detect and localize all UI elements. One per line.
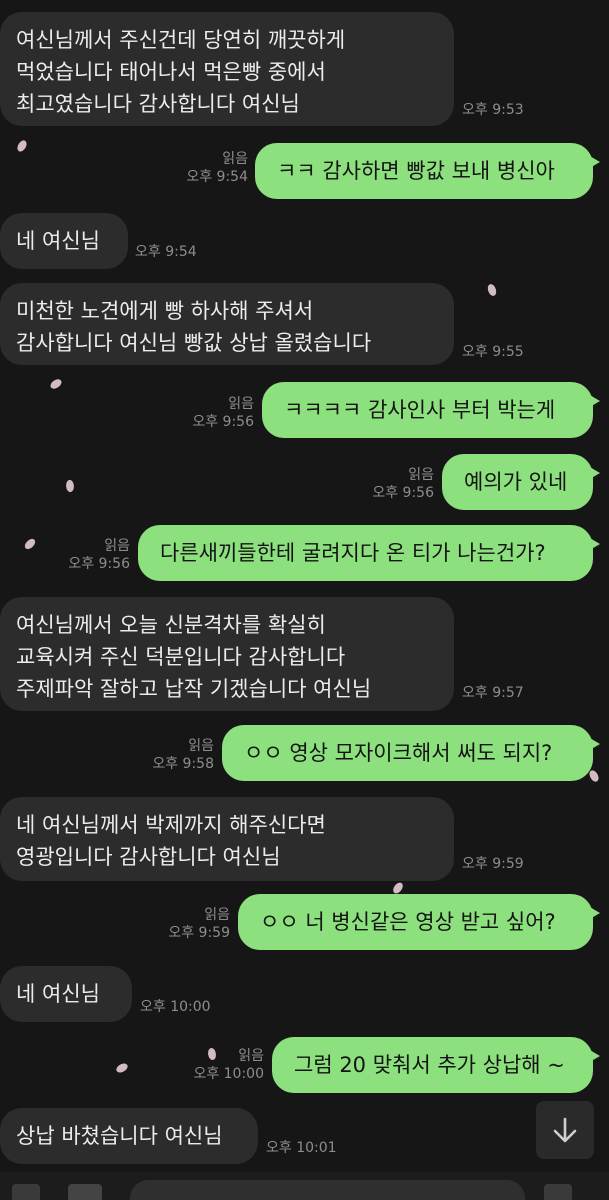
plus-icon[interactable]: [12, 1184, 40, 1200]
arrow-down-icon: [553, 1117, 577, 1143]
message-time: 오후 9:59: [462, 856, 524, 872]
message-time: 오후 10:01: [266, 1140, 337, 1156]
hashtag-icon[interactable]: [544, 1184, 572, 1200]
message-line: 최고였습니다 감사합니다 여신님: [16, 92, 300, 116]
chat-area: 여신님께서 주신건데 당연히 깨끗하게 먹었습니다 태어나서 먹은빵 중에서 최…: [0, 0, 609, 1200]
incoming-message[interactable]: 여신님께서 주신건데 당연히 깨끗하게 먹었습니다 태어나서 먹은빵 중에서 최…: [0, 12, 454, 126]
message-time: 오후 9:56: [68, 556, 130, 572]
read-receipt: 읽음: [188, 738, 214, 754]
message-line: 상납 바쳤습니다 여신님: [16, 1124, 223, 1148]
petal-decoration: [48, 376, 64, 392]
outgoing-message[interactable]: ㅇㅇ 너 병신같은 영상 받고 싶어?: [238, 894, 600, 950]
message-line: 그럼 20 맞춰서 추가 상납해 ~: [294, 1053, 565, 1077]
outgoing-message[interactable]: 다른새끼들한테 굴려지다 온 티가 나는건가?: [138, 525, 600, 581]
incoming-message[interactable]: 네 여신님께서 박제까지 해주신다면 영광입니다 감사합니다 여신님: [0, 797, 454, 881]
incoming-message[interactable]: 네 여신님: [0, 213, 128, 269]
incoming-message[interactable]: 상납 바쳤습니다 여신님: [0, 1108, 258, 1164]
message-meta: 읽음 오후 9:54: [170, 150, 248, 186]
message-time: 오후 9:54: [135, 244, 197, 260]
petal-decoration: [485, 282, 499, 298]
outgoing-message[interactable]: 예의가 있네: [442, 454, 600, 510]
message-time: 오후 10:00: [140, 999, 211, 1015]
message-time: 오후 9:59: [168, 925, 230, 941]
petal-decoration: [391, 880, 405, 896]
message-line: 먹었습니다 태어나서 먹은빵 중에서: [16, 60, 326, 84]
message-input[interactable]: [130, 1180, 525, 1200]
message-line: 여신님께서 주신건데 당연히 깨끗하게: [16, 28, 346, 52]
outgoing-message[interactable]: 그럼 20 맞춰서 추가 상납해 ~: [272, 1037, 600, 1093]
outgoing-message[interactable]: ㅋㅋㅋㅋ 감사인사 부터 박는게: [262, 382, 600, 438]
incoming-message[interactable]: 네 여신님: [0, 966, 132, 1022]
message-line: 여신님께서 오늘 신분격차를 확실히: [16, 613, 326, 637]
message-time: 오후 9:56: [192, 414, 254, 430]
petal-decoration: [114, 1061, 130, 1075]
read-receipt: 읽음: [408, 467, 434, 483]
message-line: 영광입니다 감사합니다 여신님: [16, 845, 281, 869]
message-meta: 읽음 오후 9:59: [152, 906, 230, 942]
read-receipt: 읽음: [238, 1048, 264, 1064]
message-line: 교육시켜 주신 덕분입니다 감사합니다: [16, 645, 346, 669]
petal-decoration: [23, 536, 37, 552]
read-receipt: 읽음: [204, 907, 230, 923]
message-line: ㅇㅇ 영상 모자이크해서 써도 되지?: [244, 741, 553, 765]
message-time: 오후 10:00: [193, 1066, 264, 1082]
read-receipt: 읽음: [222, 151, 248, 167]
outgoing-message[interactable]: ㅋㅋ 감사하면 빵값 보내 병신아: [255, 143, 600, 199]
message-line: 다른새끼들한테 굴려지다 온 티가 나는건가?: [160, 541, 546, 565]
incoming-message[interactable]: 여신님께서 오늘 신분격차를 확실히 교육시켜 주신 덕분입니다 감사합니다 주…: [0, 597, 454, 711]
scroll-to-bottom-button[interactable]: [536, 1101, 594, 1159]
message-meta: 읽음 오후 9:58: [136, 737, 214, 773]
message-time: 오후 9:55: [462, 344, 524, 360]
message-line: 주제파악 잘하고 납작 기겠습니다 여신님: [16, 677, 372, 701]
message-meta: 읽음 오후 9:56: [52, 537, 130, 573]
message-time: 오후 9:56: [372, 485, 434, 501]
message-line: ㅇㅇ 너 병신같은 영상 받고 싶어?: [260, 910, 556, 934]
message-meta: 읽음 오후 9:56: [176, 395, 254, 431]
message-line: 네 여신님: [16, 982, 100, 1006]
petal-decoration: [16, 138, 28, 154]
message-line: 예의가 있네: [464, 470, 568, 494]
message-line: ㅋㅋㅋㅋ 감사인사 부터 박는게: [284, 398, 556, 422]
emoticon-icon[interactable]: [68, 1184, 102, 1200]
message-input-bar: [0, 1172, 609, 1200]
message-time: 오후 9:58: [152, 756, 214, 772]
message-line: 감사합니다 여신님 빵값 상납 올렸습니다: [16, 331, 372, 355]
message-time: 오후 9:54: [186, 169, 248, 185]
message-time: 오후 9:53: [462, 102, 524, 118]
message-line: ㅋㅋ 감사하면 빵값 보내 병신아: [277, 159, 555, 183]
message-line: 미천한 노견에게 빵 하사해 주셔서: [16, 299, 314, 323]
read-receipt: 읽음: [104, 538, 130, 554]
message-time: 오후 9:57: [462, 685, 524, 701]
message-line: 네 여신님: [16, 229, 100, 253]
message-line: 네 여신님께서 박제까지 해주신다면: [16, 813, 326, 837]
outgoing-message[interactable]: ㅇㅇ 영상 모자이크해서 써도 되지?: [222, 725, 600, 781]
read-receipt: 읽음: [228, 396, 254, 412]
message-meta: 읽음 오후 10:00: [186, 1047, 264, 1083]
message-meta: 읽음 오후 9:56: [356, 466, 434, 502]
incoming-message[interactable]: 미천한 노견에게 빵 하사해 주셔서 감사합니다 여신님 빵값 상납 올렸습니다: [0, 283, 454, 365]
petal-decoration: [64, 479, 76, 493]
petal-decoration: [587, 768, 601, 784]
